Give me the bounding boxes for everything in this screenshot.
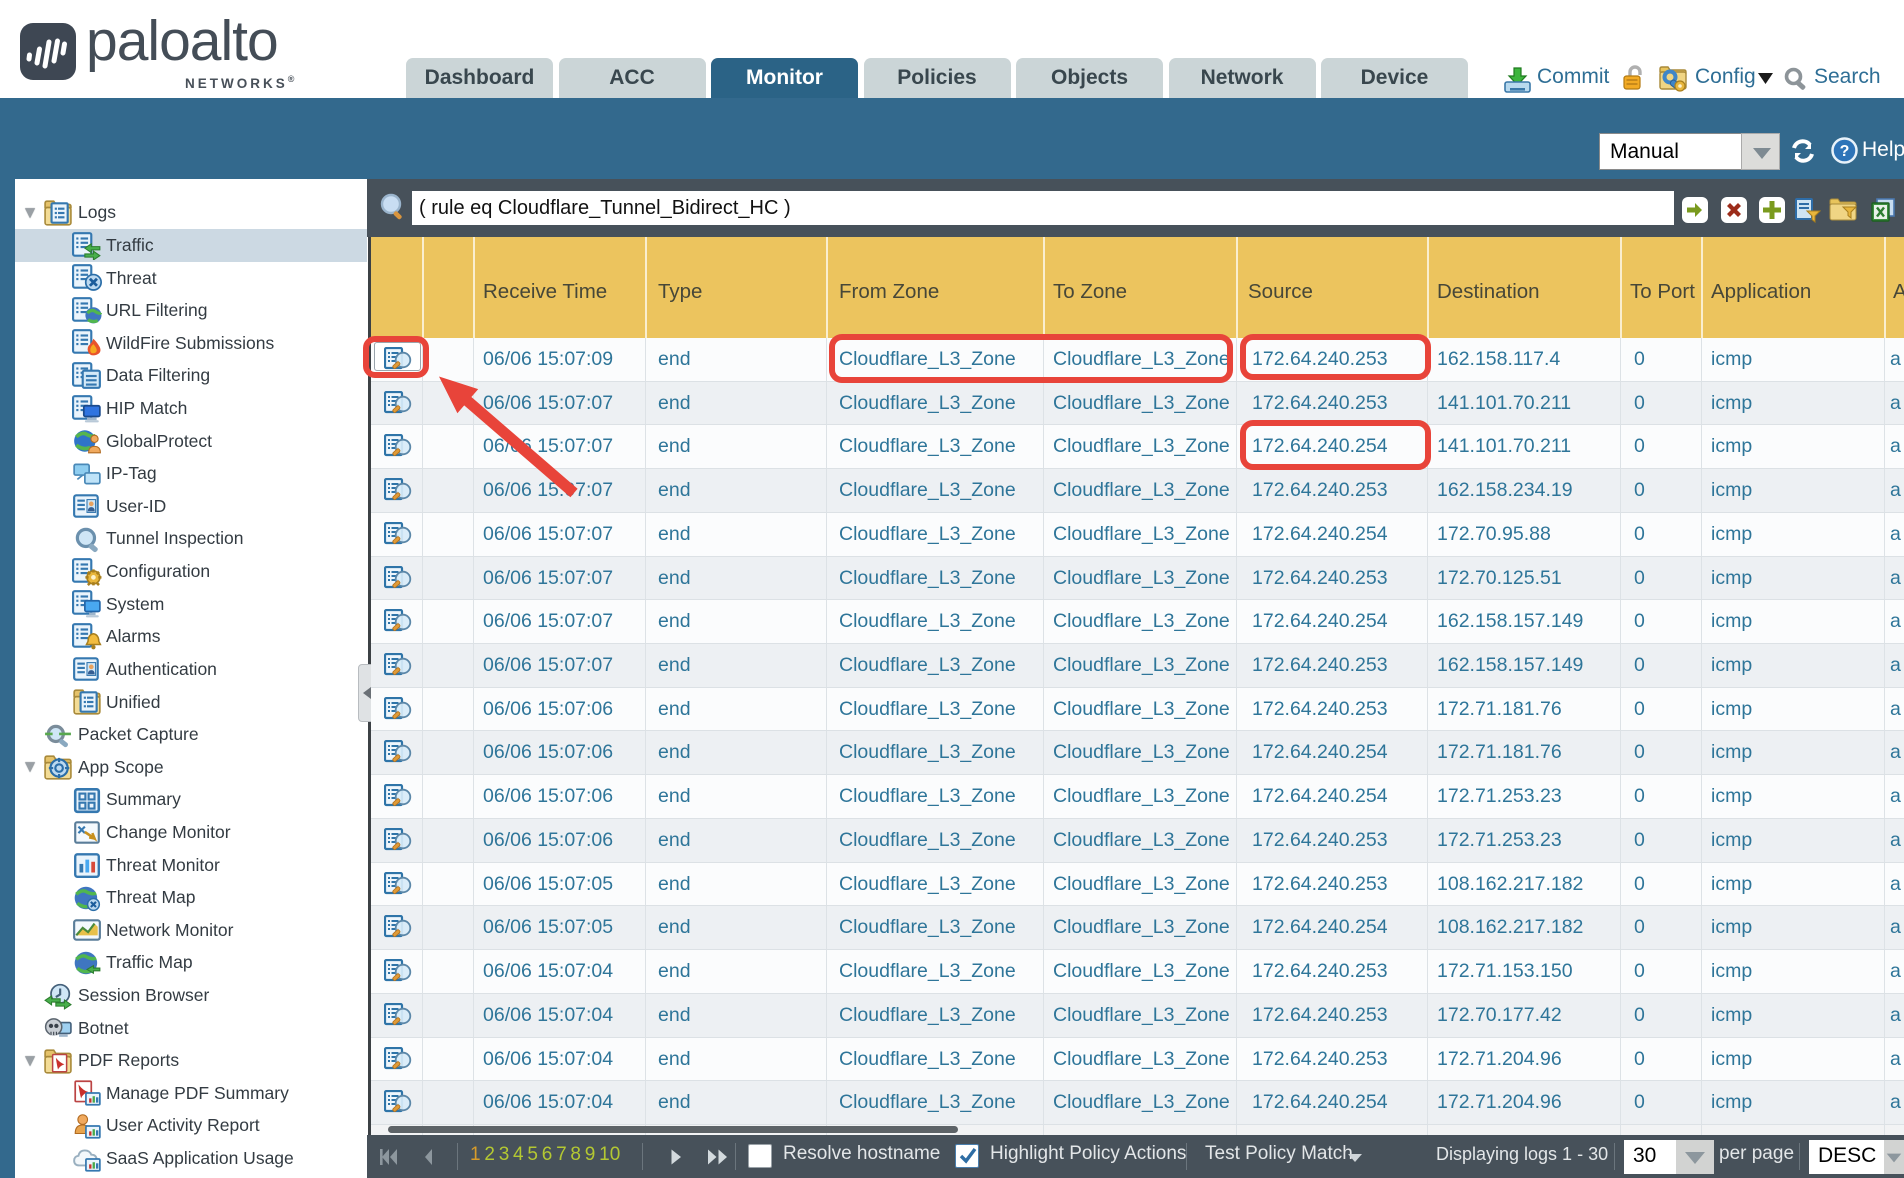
svg-text:?: ? <box>1840 143 1850 160</box>
